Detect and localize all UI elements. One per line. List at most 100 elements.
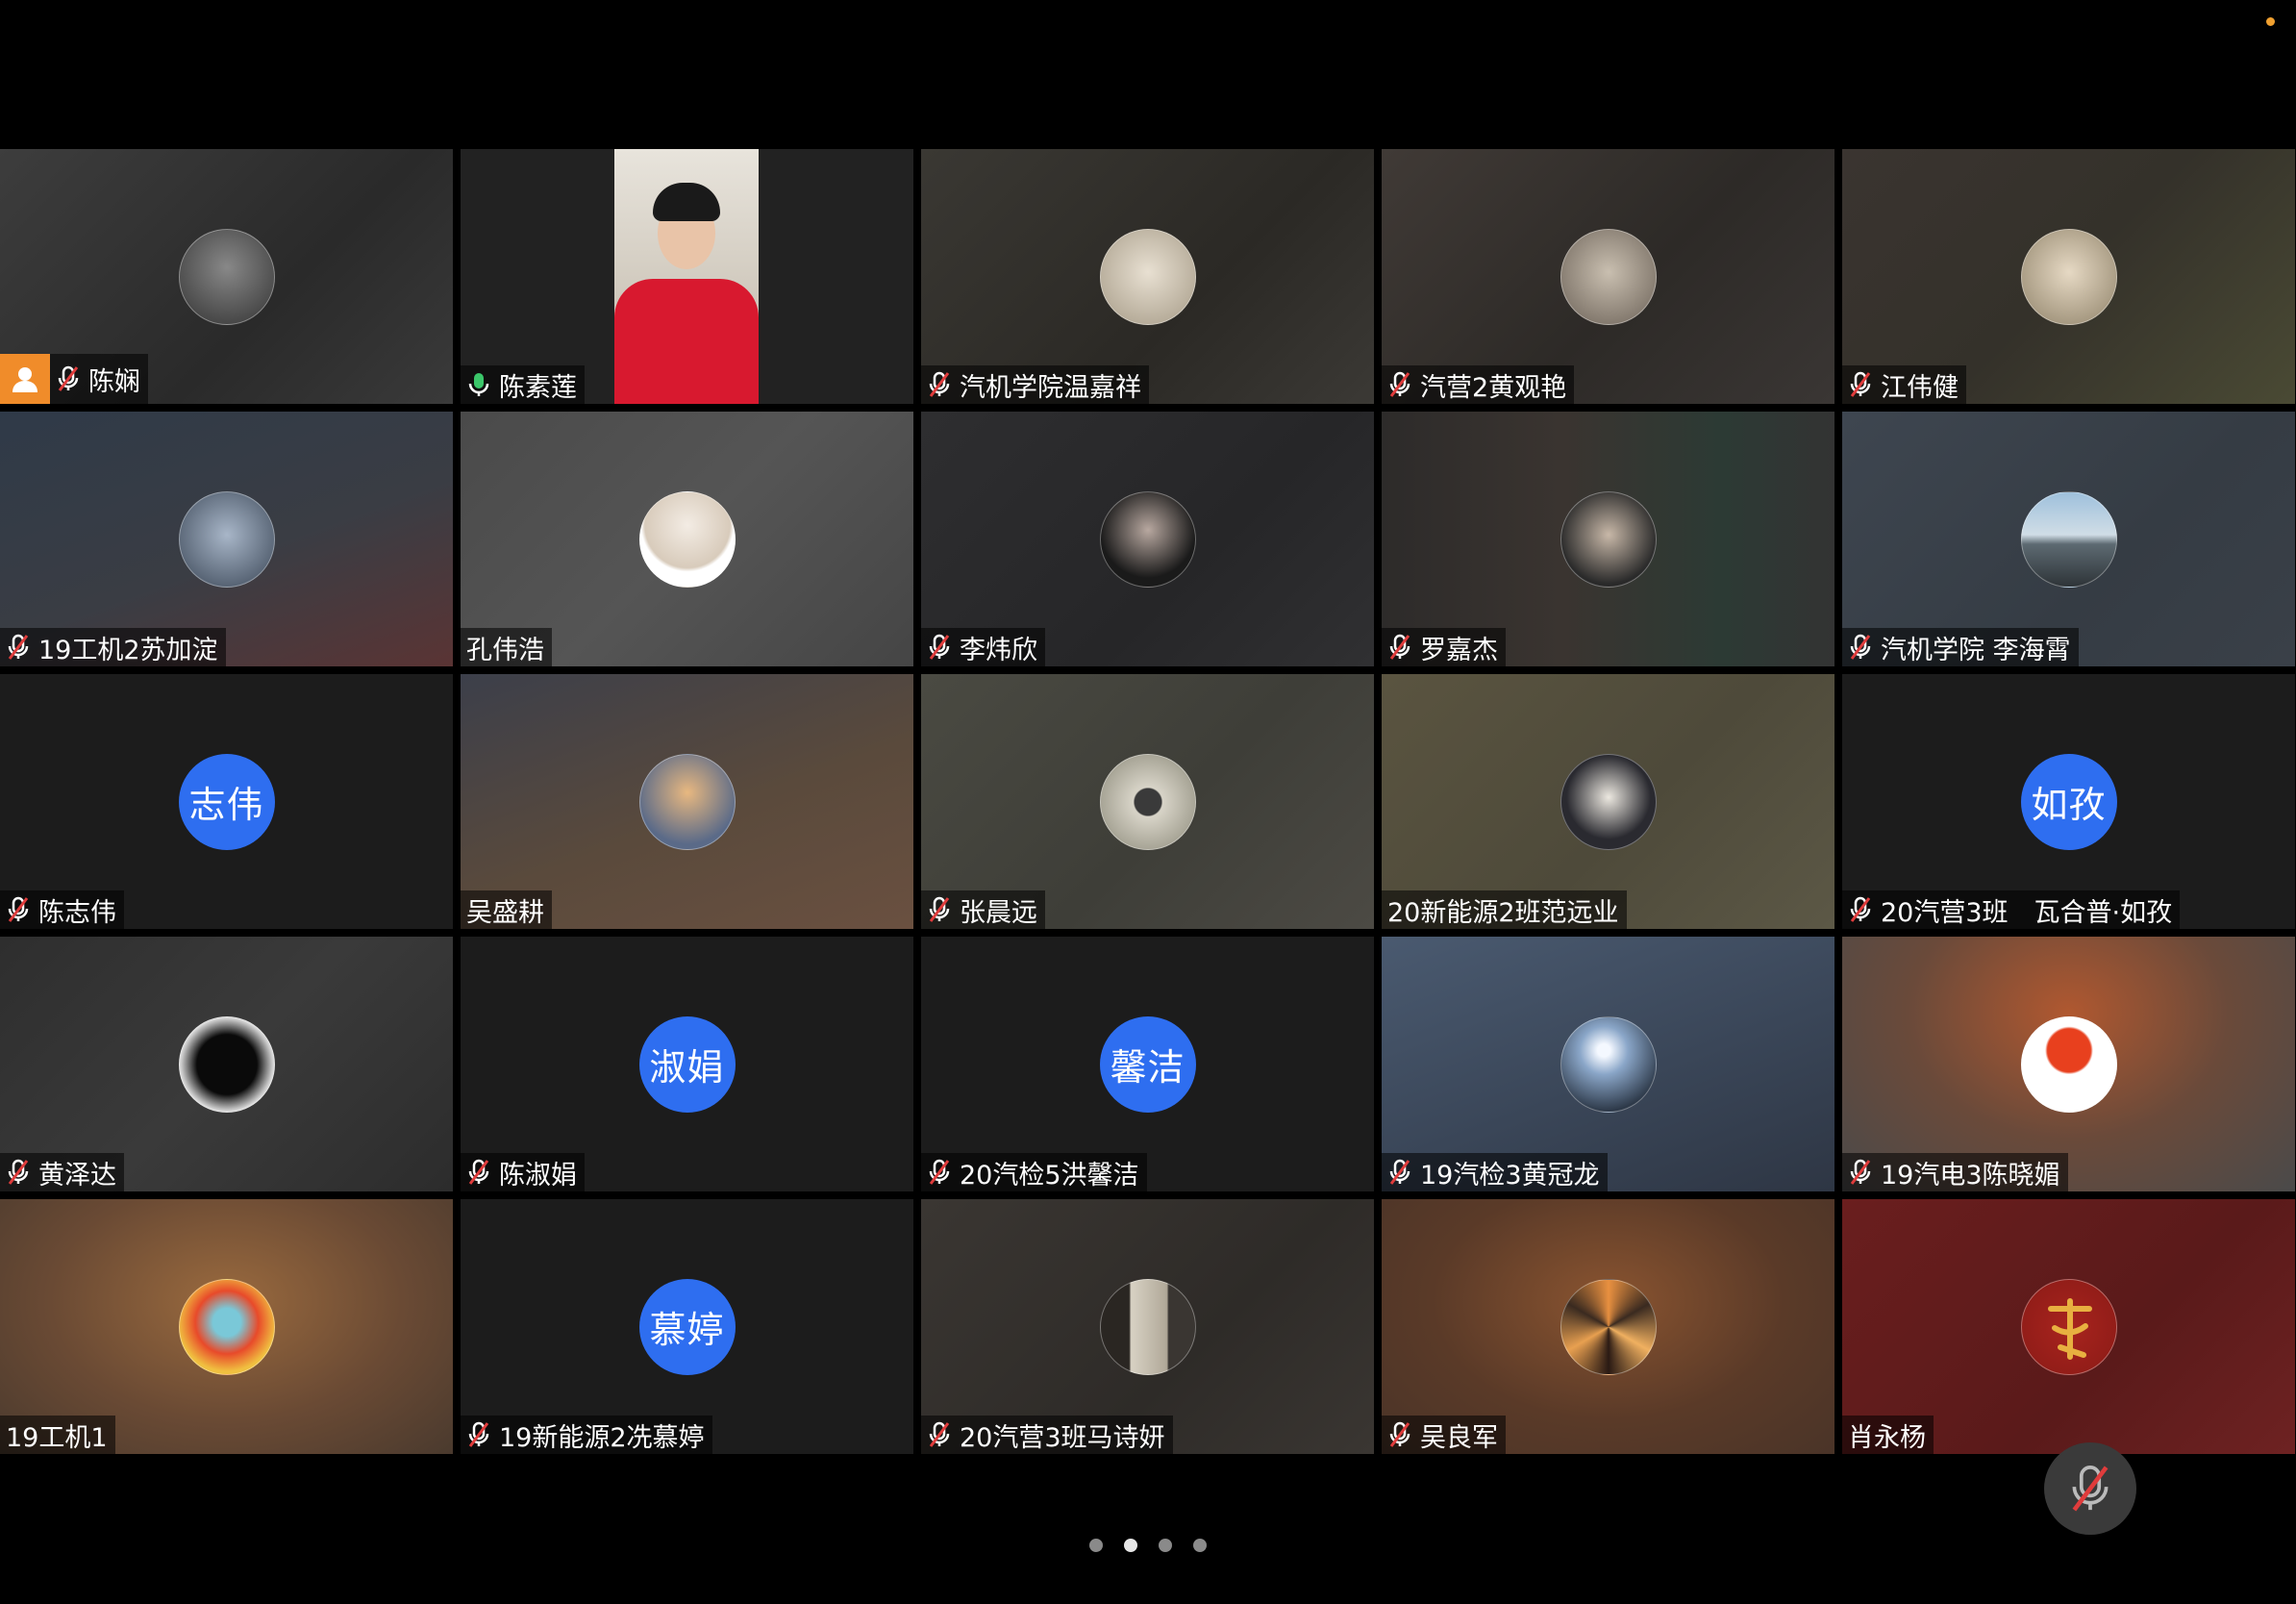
participant-tile[interactable]: 吴盛耕 xyxy=(461,674,913,929)
participant-name: 陈素莲 xyxy=(499,372,577,403)
participant-tile[interactable]: 汽机学院 李海霄 xyxy=(1842,412,2295,666)
photo-woman-icon xyxy=(1099,490,1196,588)
mic-muted-icon xyxy=(929,1159,950,1185)
participant-tile[interactable]: 20新能源2班范远业 xyxy=(1382,674,1834,929)
participant-label: 20新能源2班范远业 xyxy=(1382,890,1627,929)
participant-name: 陈淑娟 xyxy=(499,1160,577,1190)
photo-moon-icon xyxy=(1560,1015,1657,1113)
participant-name: 罗嘉杰 xyxy=(1420,635,1498,665)
participant-label: 19新能源2冼慕婷 xyxy=(461,1416,712,1454)
photo-sky-icon xyxy=(638,753,736,850)
photo-selfie-icon xyxy=(1560,753,1657,850)
participant-label: 肖永杨 xyxy=(1842,1416,1934,1454)
participant-tile[interactable]: 汽机学院温嘉祥 xyxy=(921,149,1374,404)
photo-man-icon xyxy=(1560,490,1657,588)
floating-mute-button[interactable] xyxy=(2044,1442,2136,1535)
photo-note-icon xyxy=(1560,228,1657,325)
mic-muted-icon xyxy=(8,896,29,922)
participant-tile[interactable]: 吴良军 xyxy=(1382,1199,1834,1454)
participant-tile[interactable]: 20汽营3班马诗妍 xyxy=(921,1199,1374,1454)
photo-pattern-icon xyxy=(1560,1278,1657,1375)
participant-name: 陈娴 xyxy=(88,366,140,397)
participant-tile[interactable]: 19汽电3陈晓媚 xyxy=(1842,937,2295,1191)
mic-muted-icon xyxy=(929,634,950,660)
participant-tile[interactable]: 陈娴 xyxy=(0,149,453,404)
participant-tile[interactable]: 19汽检3黄冠龙 xyxy=(1382,937,1834,1191)
participant-tile[interactable]: 淑娟 陈淑娟 xyxy=(461,937,913,1191)
page-dot[interactable] xyxy=(1193,1539,1207,1552)
mic-muted-icon xyxy=(1389,371,1410,397)
participant-name: 19新能源2冼慕婷 xyxy=(499,1422,705,1453)
participant-name: 吴盛耕 xyxy=(466,897,544,928)
participant-tile[interactable]: 馨洁 20汽检5洪馨洁 xyxy=(921,937,1374,1191)
participant-tile[interactable]: 江伟健 xyxy=(1842,149,2295,404)
participant-label: 20汽营3班马诗妍 xyxy=(921,1416,1173,1454)
mic-muted-icon xyxy=(58,365,79,391)
photo-cartoon-icon xyxy=(178,1278,275,1375)
status-indicator-dot xyxy=(2266,17,2275,26)
participant-label: 黄泽达 xyxy=(0,1153,124,1191)
participant-name: 汽机学院 李海霄 xyxy=(1881,635,2071,665)
participant-tile[interactable]: 如孜 20汽营3班 瓦合普·如孜 xyxy=(1842,674,2295,929)
participant-label: 19汽检3黄冠龙 xyxy=(1382,1153,1608,1191)
participant-label: 汽营2黄观艳 xyxy=(1382,365,1575,404)
mic-active-icon xyxy=(468,373,489,396)
mic-muted-icon xyxy=(8,634,29,660)
participant-tile[interactable]: 19工机2苏加淀 xyxy=(0,412,453,666)
initials-avatar: 淑娟 xyxy=(638,1015,736,1113)
participant-label: 20汽营3班 瓦合普·如孜 xyxy=(1842,890,2181,929)
participant-label: 陈娴 xyxy=(50,354,148,404)
participant-tile[interactable]: 张晨远 xyxy=(921,674,1374,929)
participant-tile[interactable]: 19工机1 xyxy=(0,1199,453,1454)
participant-tile[interactable]: 汽营2黄观艳 xyxy=(1382,149,1834,404)
participant-name: 黄泽达 xyxy=(38,1160,116,1190)
participant-name: 20汽检5洪馨洁 xyxy=(960,1160,1139,1190)
participant-tile[interactable]: 罗嘉杰 xyxy=(1382,412,1834,666)
mic-muted-icon xyxy=(468,1421,489,1447)
participant-name: 20汽营3班 瓦合普·如孜 xyxy=(1881,897,2173,928)
participant-name: 孔伟浩 xyxy=(466,635,544,665)
page-dot[interactable] xyxy=(1089,1539,1103,1552)
participant-name: 19汽电3陈晓媚 xyxy=(1881,1160,2060,1190)
participant-label: 汽机学院 李海霄 xyxy=(1842,628,2079,666)
participant-name: 陈志伟 xyxy=(38,897,116,928)
participant-tile[interactable]: 慕婷 19新能源2冼慕婷 xyxy=(461,1199,913,1454)
photo-balloon-icon xyxy=(2020,1015,2117,1113)
page-indicator[interactable] xyxy=(0,1539,2296,1552)
participant-label: 汽机学院温嘉祥 xyxy=(921,365,1149,404)
initials-avatar: 志伟 xyxy=(178,753,275,850)
participant-tile[interactable]: 志伟 陈志伟 xyxy=(0,674,453,929)
mic-muted-icon xyxy=(929,371,950,397)
participant-name: 汽机学院温嘉祥 xyxy=(960,372,1141,403)
participant-name: 李炜欣 xyxy=(960,635,1037,665)
participant-tile[interactable]: 肖永杨 xyxy=(1842,1199,2295,1454)
page-dot-active[interactable] xyxy=(1124,1539,1137,1552)
initials-avatar: 慕婷 xyxy=(638,1278,736,1375)
participant-name: 20新能源2班范远业 xyxy=(1387,897,1619,928)
host-icon xyxy=(0,354,50,404)
participant-tile[interactable]: 孔伟浩 xyxy=(461,412,913,666)
participant-label: 20汽检5洪馨洁 xyxy=(921,1153,1147,1191)
mic-muted-icon xyxy=(929,896,950,922)
participant-label: 张晨远 xyxy=(921,890,1045,929)
participant-label: 陈淑娟 xyxy=(461,1153,585,1191)
participant-label: 吴盛耕 xyxy=(461,890,552,929)
participant-label: 19汽电3陈晓媚 xyxy=(1842,1153,2068,1191)
mic-muted-icon xyxy=(468,1159,489,1185)
participant-tile[interactable]: 黄泽达 xyxy=(0,937,453,1191)
participant-label: 陈志伟 xyxy=(0,890,124,929)
participant-tile[interactable]: 李炜欣 xyxy=(921,412,1374,666)
mic-muted-icon xyxy=(8,1159,29,1185)
photo-calligraphy-icon xyxy=(2020,1278,2117,1375)
participant-name: 19工机1 xyxy=(6,1422,108,1453)
mic-muted-icon xyxy=(1850,371,1871,397)
participant-tile-active-speaker[interactable]: 陈素莲 xyxy=(461,149,913,404)
participant-name: 肖永杨 xyxy=(1848,1422,1926,1453)
participant-label: 陈素莲 xyxy=(461,365,585,404)
mic-muted-icon xyxy=(1389,634,1410,660)
participant-label: 李炜欣 xyxy=(921,628,1045,666)
mic-muted-icon xyxy=(1389,1159,1410,1185)
photo-icecream-icon xyxy=(638,490,736,588)
participant-label: 江伟健 xyxy=(1842,365,1966,404)
page-dot[interactable] xyxy=(1159,1539,1172,1552)
